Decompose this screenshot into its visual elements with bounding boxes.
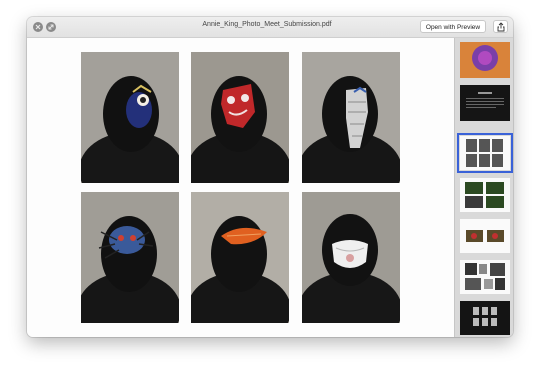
portrait-photo-1 xyxy=(81,52,179,183)
page-thumbnail-5[interactable] xyxy=(460,219,510,253)
portrait-photo-6 xyxy=(302,192,400,323)
portrait-photo-2 xyxy=(191,52,289,183)
close-button[interactable] xyxy=(33,22,43,32)
page-thumbnail-7[interactable] xyxy=(460,301,510,335)
open-with-preview-button[interactable]: Open with Preview xyxy=(420,20,486,33)
quicklook-window: Annie_King_Photo_Meet_Submission.pdf Ope… xyxy=(27,17,513,337)
document-page xyxy=(27,38,454,337)
page-thumbnail-6[interactable] xyxy=(460,260,510,294)
page-thumbnail-2[interactable] xyxy=(460,85,510,121)
page-thumbnail-sidebar xyxy=(454,38,513,337)
portrait-photo-5 xyxy=(191,192,289,323)
share-button[interactable] xyxy=(493,20,508,33)
close-icon xyxy=(35,24,41,30)
window-title: Annie_King_Photo_Meet_Submission.pdf xyxy=(202,21,332,28)
portrait-photo-4 xyxy=(81,192,179,323)
fullscreen-button[interactable] xyxy=(46,22,56,32)
fullscreen-icon xyxy=(48,24,54,30)
title-bar: Annie_King_Photo_Meet_Submission.pdf Ope… xyxy=(27,17,513,38)
share-icon xyxy=(497,22,505,32)
page-thumbnail-1[interactable] xyxy=(460,42,510,78)
page-thumbnail-4[interactable] xyxy=(460,178,510,212)
portrait-photo-3 xyxy=(302,52,400,183)
page-thumbnail-3[interactable] xyxy=(457,133,513,173)
